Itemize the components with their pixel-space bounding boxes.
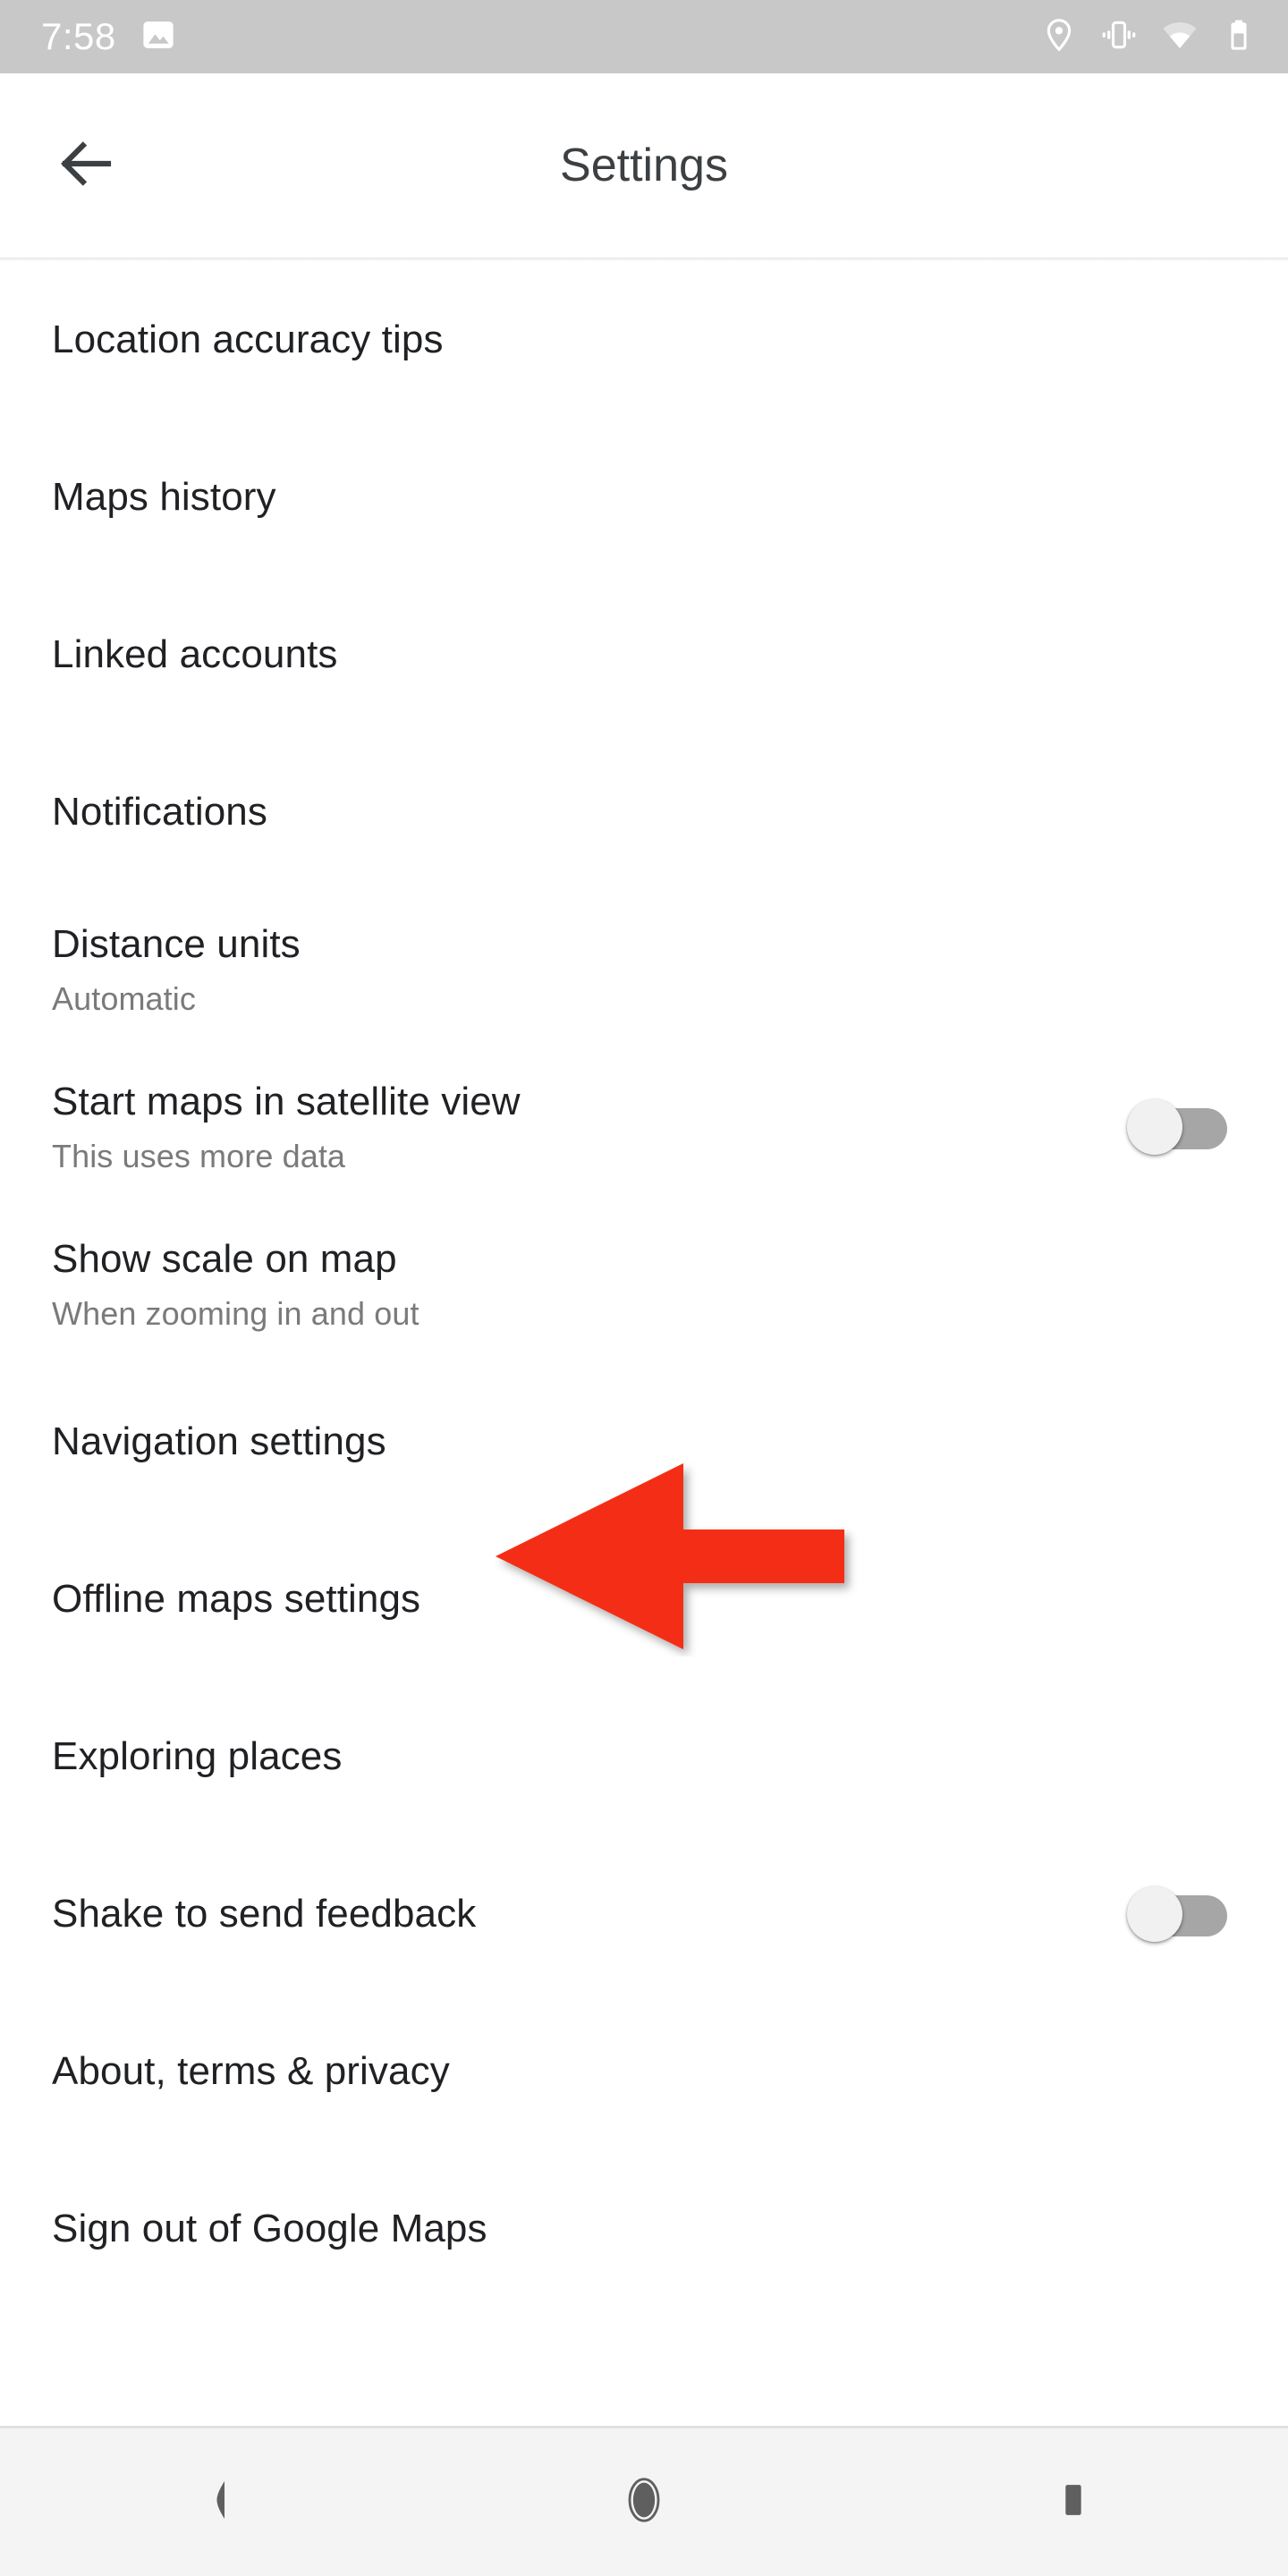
app-bar: Settings [0, 73, 1288, 258]
list-item-distance-units[interactable]: Distance units Automatic [0, 891, 1288, 1048]
list-item-title: Start maps in satellite view [52, 1080, 521, 1123]
list-item-text: Exploring places [52, 1734, 1234, 1780]
list-item-text: Shake to send feedback [52, 1892, 1127, 1937]
list-item-subtitle: When zooming in and out [52, 1294, 419, 1332]
recents-square-icon [1050, 2477, 1097, 2528]
status-bar-right-icons [1041, 16, 1256, 58]
list-item-title: Location accuracy tips [52, 317, 444, 361]
list-item-navigation-settings[interactable]: Navigation settings [0, 1363, 1288, 1521]
list-item-text: Start maps in satellite view This uses m… [52, 1080, 1127, 1174]
list-item-title: Sign out of Google Maps [52, 2206, 487, 2250]
shake-to-send-feedback-toggle[interactable] [1127, 1886, 1227, 1942]
back-triangle-icon [188, 2473, 242, 2531]
list-item-show-scale-on-map[interactable]: Show scale on map When zooming in and ou… [0, 1206, 1288, 1363]
list-item-text: Show scale on map When zooming in and ou… [52, 1237, 1234, 1332]
list-item-text: Sign out of Google Maps [52, 2207, 1234, 2252]
list-item-subtitle: This uses more data [52, 1137, 346, 1174]
list-item-text: Navigation settings [52, 1419, 1234, 1465]
list-item-maps-history[interactable]: Maps history [0, 419, 1288, 576]
list-item-title: Linked accounts [52, 631, 338, 676]
status-bar: 7:58 [0, 0, 1288, 73]
list-item-shake-to-send-feedback[interactable]: Shake to send feedback [0, 1835, 1288, 1993]
location-pin-icon [1041, 17, 1077, 57]
android-navigation-bar [0, 2428, 1288, 2576]
list-item-text: Linked accounts [52, 632, 1234, 678]
list-item-exploring-places[interactable]: Exploring places [0, 1678, 1288, 1835]
satellite-view-toggle[interactable] [1127, 1099, 1227, 1155]
phone-screen: 7:58 Settings Location accuracy tips Map… [0, 0, 1288, 2576]
list-item-title: Notifications [52, 789, 267, 834]
list-item-text: About, terms & privacy [52, 2049, 1234, 2095]
list-item-title: Show scale on map [52, 1237, 397, 1281]
settings-list[interactable]: Location accuracy tips Maps history Link… [0, 261, 1288, 2428]
android-recents-button[interactable] [859, 2428, 1288, 2576]
list-item-title: About, terms & privacy [52, 2048, 450, 2093]
android-home-button[interactable] [429, 2428, 859, 2576]
list-item-location-accuracy-tips[interactable]: Location accuracy tips [0, 261, 1288, 419]
back-arrow-icon [55, 131, 119, 200]
vibrate-mode-icon [1100, 16, 1138, 58]
toggle-thumb [1127, 1099, 1182, 1155]
status-bar-clock: 7:58 [41, 15, 116, 57]
toggle-thumb [1127, 1886, 1182, 1942]
battery-icon [1222, 18, 1256, 56]
list-item-title: Exploring places [52, 1733, 343, 1778]
status-bar-left-icons [140, 16, 177, 58]
list-item-title: Distance units [52, 922, 301, 966]
android-back-button[interactable] [0, 2428, 429, 2576]
list-item-text: Maps history [52, 475, 1234, 521]
list-item-text: Location accuracy tips [52, 318, 1234, 363]
wifi-icon [1161, 16, 1199, 58]
list-item-title: Maps history [52, 474, 276, 519]
list-item-title: Offline maps settings [52, 1576, 421, 1621]
list-item-offline-maps-settings[interactable]: Offline maps settings [0, 1521, 1288, 1678]
list-item-title: Navigation settings [52, 1419, 386, 1463]
list-item-subtitle: Automatic [52, 979, 196, 1017]
page-title: Settings [560, 140, 728, 191]
screenshot-image-icon [140, 16, 177, 58]
list-item-sign-out-of-google-maps[interactable]: Sign out of Google Maps [0, 2150, 1288, 2308]
list-item-text: Distance units Automatic [52, 922, 1234, 1017]
back-button[interactable] [38, 116, 136, 215]
list-item-about-terms-privacy[interactable]: About, terms & privacy [0, 1993, 1288, 2150]
list-item-start-maps-in-satellite-view[interactable]: Start maps in satellite view This uses m… [0, 1048, 1288, 1206]
list-item-linked-accounts[interactable]: Linked accounts [0, 576, 1288, 733]
home-circle-icon [616, 2472, 672, 2532]
list-item-text: Notifications [52, 790, 1234, 835]
list-item-notifications[interactable]: Notifications [0, 733, 1288, 891]
list-item-text: Offline maps settings [52, 1577, 1234, 1623]
list-item-title: Shake to send feedback [52, 1891, 477, 1936]
